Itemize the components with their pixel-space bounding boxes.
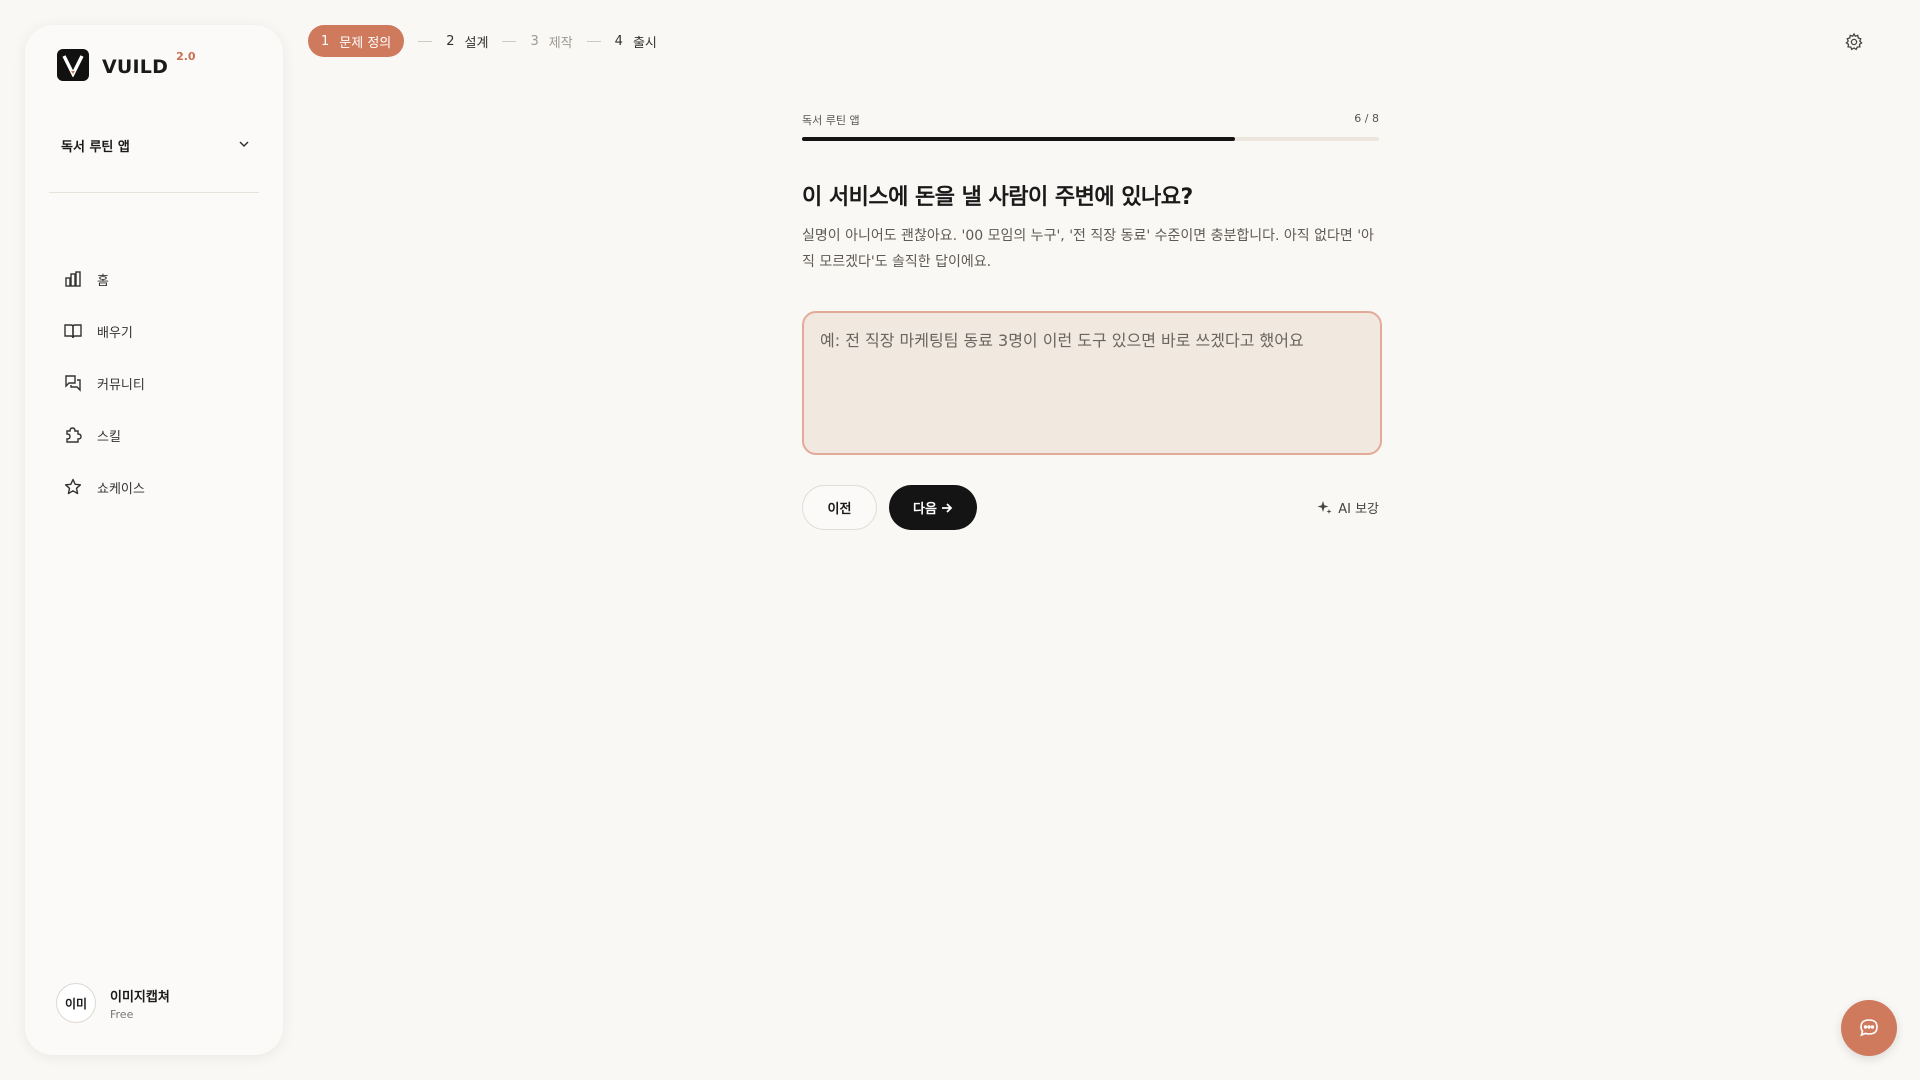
chat-button[interactable] (1841, 1000, 1897, 1056)
chat-bubbles-icon (63, 373, 83, 393)
project-name: 독서 루틴 앱 (61, 139, 130, 155)
sidebar-item-learn[interactable]: 배우기 (63, 305, 253, 357)
vuild-logo-icon (57, 49, 89, 81)
step-separator (502, 40, 517, 42)
answer-textarea[interactable] (802, 311, 1382, 455)
step-4[interactable]: 4 출시 (615, 32, 657, 51)
user-name: 이미지캡쳐 (110, 989, 170, 1005)
next-button[interactable]: 다음 (889, 485, 977, 530)
sidebar-item-label: 배우기 (97, 325, 133, 341)
step-label: 문제 정의 (339, 35, 392, 51)
progress-bar (802, 137, 1379, 141)
sidebar-item-community[interactable]: 커뮤니티 (63, 357, 253, 409)
logo-text: VUILD (102, 56, 169, 78)
ai-assist-button[interactable]: AI 보강 (1317, 498, 1379, 517)
step-separator (586, 40, 601, 42)
book-open-icon (63, 321, 83, 341)
sidebar-item-label: 스킬 (97, 429, 121, 445)
user-plan: Free (110, 1007, 134, 1021)
sidebar-item-label: 홈 (97, 273, 109, 289)
step-number: 1 (321, 33, 330, 49)
step-2[interactable]: 2 설계 (446, 32, 488, 51)
chart-bar-icon (63, 269, 83, 289)
puzzle-icon (63, 425, 83, 445)
sidebar-nav: 홈 배우기 커뮤니티 스킬 쇼케이스 (63, 253, 253, 513)
project-select[interactable]: 독서 루틴 앱 (61, 130, 251, 160)
step-label: 출시 (632, 35, 657, 51)
step-3[interactable]: 3 제작 (530, 32, 572, 51)
logo[interactable]: VUILD 2.0 (57, 49, 196, 81)
question-hint: 실명이 아니어도 괜찮아요. '00 모임의 누구', '전 직장 동료' 수준… (802, 228, 1374, 270)
sidebar-item-home[interactable]: 홈 (63, 253, 253, 305)
sparkle-icon (1317, 500, 1332, 515)
step-number: 2 (446, 33, 455, 49)
star-icon (63, 477, 83, 497)
step-label: 제작 (548, 35, 573, 51)
logo-version: 2.0 (176, 50, 196, 63)
user-profile[interactable]: 이미 이미지캡쳐 Free (56, 983, 170, 1023)
chevron-down-icon (237, 136, 251, 155)
sidebar-divider (49, 192, 259, 193)
progress-label: 독서 루틴 앱 (802, 114, 860, 127)
sidebar: VUILD 2.0 독서 루틴 앱 홈 배우기 커뮤니티 스킬 쇼케이스 이미 … (25, 25, 283, 1055)
step-1[interactable]: 1 문제 정의 (308, 25, 405, 57)
ai-assist-label: AI 보강 (1338, 502, 1379, 517)
prev-button[interactable]: 이전 (802, 485, 877, 530)
stepper: 1 문제 정의 2 설계 3 제작 4 출시 (308, 25, 657, 57)
sidebar-item-showcase[interactable]: 쇼케이스 (63, 461, 253, 513)
step-separator (418, 40, 433, 42)
chat-icon (1858, 1017, 1880, 1039)
sidebar-item-label: 쇼케이스 (97, 481, 145, 497)
avatar: 이미 (56, 983, 96, 1023)
progress-count: 6 / 8 (1354, 112, 1379, 125)
progress-fill (802, 137, 1235, 141)
question-title: 이 서비스에 돈을 낼 사람이 주변에 있나요? (802, 185, 1193, 210)
arrow-right-icon (941, 502, 953, 514)
step-label: 설계 (464, 35, 489, 51)
step-number: 3 (530, 33, 539, 49)
sidebar-item-label: 커뮤니티 (97, 377, 145, 393)
sidebar-item-skills[interactable]: 스킬 (63, 409, 253, 461)
gear-icon[interactable] (1844, 32, 1864, 52)
next-button-label: 다음 (913, 502, 937, 517)
step-number: 4 (614, 33, 623, 49)
question-panel: 독서 루틴 앱 6 / 8 이 서비스에 돈을 낼 사람이 주변에 있나요? 실… (802, 112, 1382, 530)
